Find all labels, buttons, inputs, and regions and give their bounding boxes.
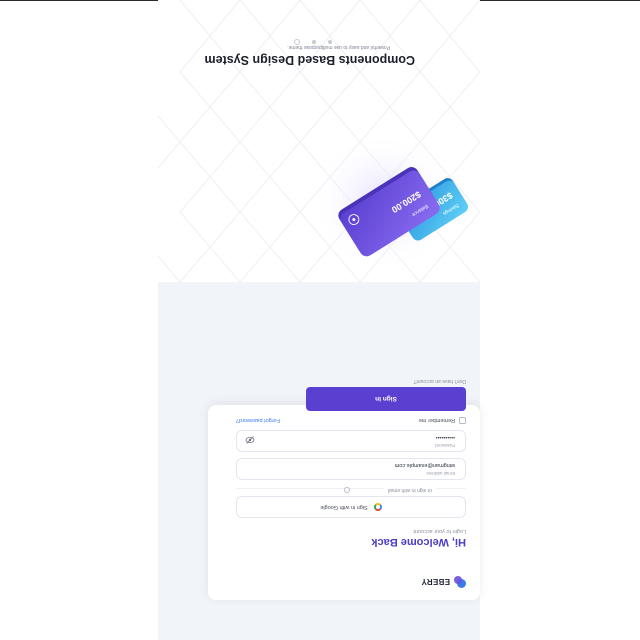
hero-subtitle: Powerful and easy to use multipurpose th… xyxy=(287,44,390,50)
signup-prompt: Don't have an account? xyxy=(413,378,466,384)
rotated-stage: EBERY Hi, Welcome Back Login to your acc… xyxy=(0,0,640,640)
google-signin-label: Sign in with Google xyxy=(320,504,368,510)
brand-logo-icon xyxy=(454,576,466,588)
google-signin-button[interactable]: Sign in with Google xyxy=(236,496,466,518)
password-label: Password xyxy=(435,443,455,448)
signin-button[interactable]: Sign In xyxy=(306,387,466,411)
carousel-dot[interactable] xyxy=(312,40,316,44)
email-label: Email address xyxy=(426,471,455,476)
welcome-title: Hi, Welcome Back xyxy=(371,536,466,548)
carousel-indicators xyxy=(292,34,332,45)
divider-text: or sign in with email xyxy=(384,487,436,493)
password-field[interactable]: Password •••••••••• xyxy=(236,430,466,452)
hero-panel: Savings $300 Balance $200.00 Components … xyxy=(158,0,480,282)
login-subtitle: Login to your account xyxy=(413,528,466,534)
google-icon xyxy=(373,503,382,511)
brand-name: EBERY xyxy=(421,577,450,587)
login-panel: EBERY Hi, Welcome Back Login to your acc… xyxy=(158,282,480,640)
email-field[interactable]: Email address wingman@example.com xyxy=(236,458,466,480)
hero-title: Components Based Design System xyxy=(204,53,415,67)
remember-label: Remember me xyxy=(418,417,455,424)
forgot-password-link[interactable]: Forgot password? xyxy=(236,417,280,423)
login-card: EBERY Hi, Welcome Back Login to your acc… xyxy=(208,378,480,600)
signup-row: Don't have an account? xyxy=(411,378,466,384)
eye-icon[interactable] xyxy=(245,435,255,445)
email-value: wingman@example.com xyxy=(394,462,455,468)
brand: EBERY xyxy=(421,576,466,588)
remember-checkbox[interactable] xyxy=(459,417,466,424)
remember-row: Remember me xyxy=(419,417,466,424)
carousel-dot[interactable] xyxy=(328,40,332,44)
divider-circle xyxy=(344,487,350,493)
password-value: •••••••••• xyxy=(435,434,455,440)
carousel-dot-active[interactable] xyxy=(294,39,300,45)
